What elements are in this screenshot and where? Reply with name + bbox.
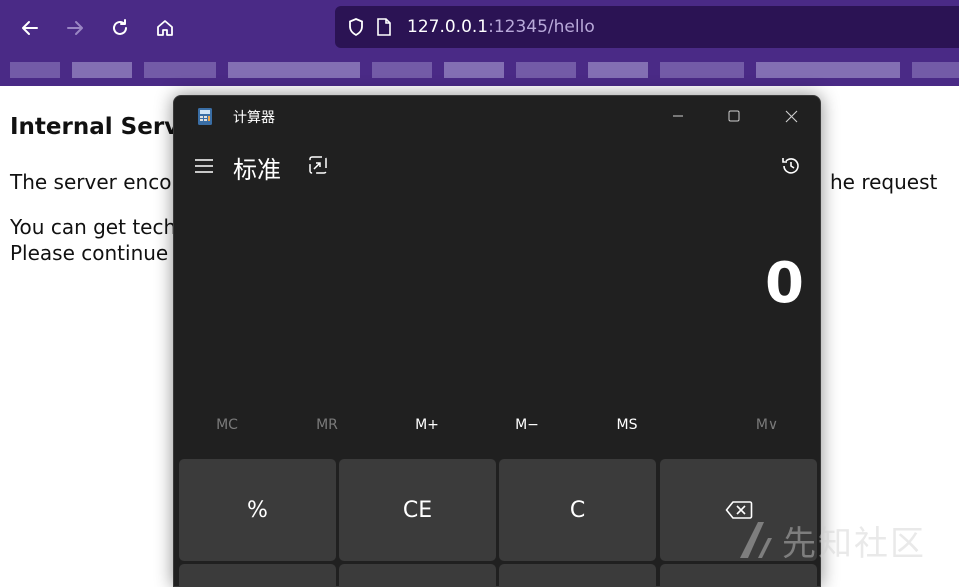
memory-list-button[interactable]: M∨ — [727, 412, 807, 438]
bookmark-item[interactable] — [444, 62, 504, 78]
maximize-icon — [728, 110, 740, 122]
window-title: 计算器 — [233, 110, 275, 126]
keypad-key[interactable] — [339, 564, 496, 586]
minimize-button[interactable] — [655, 100, 701, 132]
bookmarks-bar — [0, 56, 959, 86]
page-text-line3: Please continue y — [10, 241, 187, 265]
result-display: 0 — [765, 251, 804, 316]
keypad-key[interactable] — [499, 564, 656, 586]
memory-recall-button[interactable]: MR — [287, 412, 367, 438]
calculator-app-icon — [198, 108, 212, 125]
hamburger-icon — [195, 159, 213, 173]
clear-key[interactable]: C — [499, 459, 656, 561]
memory-row: MC MR M+ M− MS M∨ — [174, 408, 820, 440]
percent-key[interactable]: % — [179, 459, 336, 561]
page-text-line1-tail: he request — [830, 170, 938, 194]
page-text-line1: The server encou — [10, 170, 185, 194]
bookmark-item[interactable] — [372, 62, 432, 78]
home-icon — [157, 20, 173, 36]
bookmark-item[interactable] — [660, 62, 744, 78]
watermark-logo-icon — [740, 522, 772, 558]
mode-title: 标准 — [233, 156, 281, 184]
maximize-button[interactable] — [711, 100, 757, 132]
close-icon — [785, 110, 797, 122]
bookmark-item[interactable] — [912, 62, 959, 78]
page-text-line2: You can get techr — [10, 215, 185, 239]
memory-subtract-button[interactable]: M− — [487, 412, 567, 438]
reload-button[interactable] — [104, 12, 136, 44]
page-icon[interactable] — [373, 16, 395, 38]
backspace-icon — [725, 501, 752, 519]
clear-entry-key[interactable]: CE — [339, 459, 496, 561]
home-button[interactable] — [149, 12, 181, 44]
back-arrow-icon — [22, 21, 38, 35]
memory-add-button[interactable]: M+ — [387, 412, 467, 438]
bookmark-item[interactable] — [72, 62, 132, 78]
calculator-window: 计算器 标准 0 MC MR M+ M− MS M∨ % CE C — [173, 95, 821, 587]
history-button[interactable] — [778, 153, 804, 179]
shield-icon[interactable] — [345, 16, 367, 38]
url-host: 127.0.0.1 — [407, 17, 489, 37]
keypad-key[interactable] — [179, 564, 336, 586]
reload-icon — [113, 19, 127, 35]
memory-store-button[interactable]: MS — [587, 412, 667, 438]
keypad-key[interactable] — [660, 564, 817, 586]
memory-clear-button[interactable]: MC — [187, 412, 267, 438]
bookmark-item[interactable] — [228, 62, 360, 78]
bookmark-item[interactable] — [10, 62, 60, 78]
forward-arrow-icon — [67, 21, 83, 35]
watermark-text: 先知社区 — [782, 523, 926, 564]
browser-toolbar: 127.0.0.1:12345/hello — [0, 0, 959, 56]
page-title: Internal Serve — [10, 114, 195, 140]
watermark: 先知社区 — [736, 518, 926, 564]
close-button[interactable] — [768, 100, 814, 132]
url-path: :12345/hello — [488, 17, 595, 37]
history-icon — [782, 158, 799, 174]
bookmark-item[interactable] — [588, 62, 648, 78]
keep-on-top-icon — [309, 156, 327, 174]
minimize-icon — [673, 115, 683, 117]
bookmark-item[interactable] — [756, 62, 900, 78]
forward-button[interactable] — [59, 12, 91, 44]
calculator-titlebar[interactable]: 计算器 — [174, 96, 820, 136]
navigation-menu-button[interactable] — [191, 153, 217, 179]
address-bar[interactable]: 127.0.0.1:12345/hello — [335, 6, 959, 48]
mode-header: 标准 — [174, 144, 820, 188]
url-text[interactable]: 127.0.0.1:12345/hello — [407, 17, 595, 37]
bookmark-item[interactable] — [516, 62, 576, 78]
bookmark-item[interactable] — [144, 62, 216, 78]
keep-on-top-button[interactable] — [306, 153, 330, 177]
back-button[interactable] — [14, 12, 46, 44]
